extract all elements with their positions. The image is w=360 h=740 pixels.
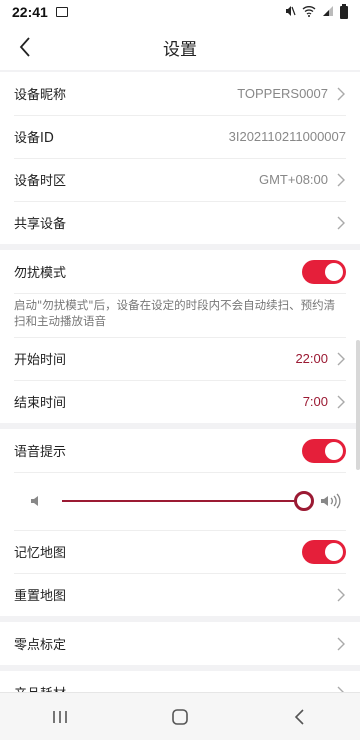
- volume-slider-row: [0, 472, 360, 530]
- dnd-start-time-row[interactable]: 开始时间 22:00: [0, 337, 360, 380]
- device-timezone-row[interactable]: 设备时区 GMT+08:00: [0, 158, 360, 201]
- row-label: 设备昵称: [14, 88, 67, 103]
- status-time: 22:41: [12, 4, 48, 20]
- calibration-group: 零点标定: [0, 622, 360, 665]
- recent-apps-button[interactable]: [40, 702, 80, 732]
- voice-prompt-toggle[interactable]: [302, 438, 346, 463]
- device-timezone-value: GMT+08:00: [258, 172, 328, 187]
- row-label: 勿扰模式: [14, 266, 67, 281]
- device-id-value: 3I202110211000007: [228, 129, 346, 144]
- chevron-right-icon: [337, 173, 345, 186]
- share-device-row[interactable]: 共享设备: [0, 201, 360, 244]
- edge-panel-handle[interactable]: [356, 340, 360, 470]
- home-icon: [172, 708, 188, 725]
- mute-icon: [284, 5, 296, 20]
- signal-icon: [322, 5, 334, 20]
- battery-icon: [340, 3, 348, 19]
- back-button[interactable]: [14, 34, 38, 60]
- row-label: 开始时间: [14, 353, 67, 368]
- chevron-right-icon: [337, 352, 345, 365]
- chevron-right-icon: [337, 637, 345, 650]
- zero-calibration-row[interactable]: 零点标定: [0, 622, 360, 665]
- wifi-icon: [302, 5, 316, 20]
- volume-high-icon: [321, 493, 341, 509]
- back-arrow-icon: [294, 708, 304, 725]
- voice-group: 语音提示 记忆地图 重置地图: [0, 429, 360, 616]
- device-nickname-row[interactable]: 设备昵称 TOPPERS0007: [0, 72, 360, 115]
- volume-slider-thumb[interactable]: [294, 491, 314, 511]
- back-nav-button[interactable]: [280, 702, 320, 732]
- image-notification-icon: [55, 7, 68, 17]
- chevron-right-icon: [337, 87, 345, 100]
- recent-apps-icon: [53, 710, 67, 723]
- dnd-description: 启动"勿扰模式"后，设备在设定的时段内不会自动续扫、预约清扫和主动播放语音: [0, 293, 360, 337]
- app-header: 设置: [0, 24, 360, 70]
- dnd-start-time-value: 22:00: [295, 351, 328, 366]
- page-title: 设置: [163, 39, 197, 60]
- row-label: 语音提示: [14, 445, 67, 460]
- volume-slider[interactable]: [62, 491, 314, 511]
- device-info-group: 设备昵称 TOPPERS0007 设备ID 3I202110211000007 …: [0, 72, 360, 244]
- chevron-right-icon: [337, 216, 345, 229]
- dnd-end-time-value: 7:00: [302, 394, 328, 409]
- device-id-row: 设备ID 3I202110211000007: [0, 115, 360, 158]
- row-label: 结束时间: [14, 396, 67, 411]
- reset-map-row[interactable]: 重置地图: [0, 573, 360, 616]
- dnd-toggle[interactable]: [302, 259, 346, 284]
- row-label: 设备时区: [14, 174, 67, 189]
- chevron-left-icon: [19, 37, 30, 57]
- row-label: 共享设备: [14, 217, 67, 232]
- memory-map-toggle[interactable]: [302, 539, 346, 564]
- device-nickname-value: TOPPERS0007: [237, 86, 328, 101]
- dnd-voice-group: 勿扰模式 启动"勿扰模式"后，设备在设定的时段内不会自动续扫、预约清扫和主动播放…: [0, 250, 360, 423]
- dnd-mode-row: 勿扰模式: [0, 250, 360, 293]
- dnd-end-time-row[interactable]: 结束时间 7:00: [0, 380, 360, 423]
- row-label: 零点标定: [14, 638, 67, 653]
- memory-map-row: 记忆地图: [0, 530, 360, 573]
- voice-prompt-row: 语音提示: [0, 429, 360, 472]
- status-icons: [284, 3, 348, 20]
- home-button[interactable]: [160, 702, 200, 732]
- system-nav-bar: [0, 692, 360, 740]
- volume-low-icon: [31, 496, 38, 506]
- settings-content: 设备昵称 TOPPERS0007 设备ID 3I202110211000007 …: [0, 72, 360, 720]
- status-bar: 22:41: [0, 0, 360, 24]
- row-label: 记忆地图: [14, 546, 67, 561]
- chevron-right-icon: [337, 395, 345, 408]
- chevron-right-icon: [337, 588, 345, 601]
- row-label: 设备ID: [14, 131, 54, 146]
- row-label: 重置地图: [14, 589, 67, 604]
